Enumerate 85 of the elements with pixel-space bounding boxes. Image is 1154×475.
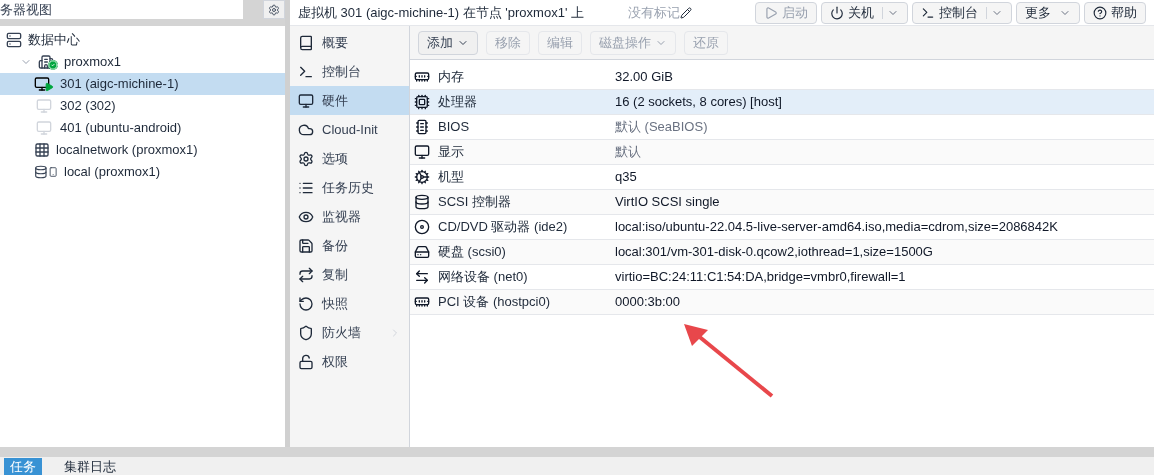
tree-item[interactable]: 401 (ubuntu-android) <box>0 117 285 139</box>
gear-icon <box>268 3 281 16</box>
view-select-field[interactable]: 务器视图 <box>0 0 244 19</box>
vm-stopped-icon <box>34 98 54 114</box>
nav-item[interactable]: 备份 <box>290 231 409 260</box>
nav-item[interactable]: 控制台 <box>290 57 409 86</box>
table-cell-text: local:301/vm-301-disk-0.qcow2,iothread=1,size=1500G <box>615 243 933 262</box>
hardware-row[interactable]: 硬盘 (scsi0) local:301/vm-301-disk-0.qcow2,iothread=1,size=1500G <box>410 240 1154 265</box>
unlock-icon <box>298 353 314 370</box>
floppy-icon <box>298 237 314 254</box>
monitor-icon <box>298 92 314 109</box>
table-cell-text: BIOS <box>438 118 470 137</box>
hardware-row[interactable]: SCSI 控制器 VirtIO SCSI single <box>410 190 1154 215</box>
table-cell-text: 16 (2 sockets, 8 cores) [host] <box>615 93 782 112</box>
hardware-row[interactable]: 显示 默认 <box>410 140 1154 165</box>
table-cell-text: 默认 (SeaBIOS) <box>615 118 708 137</box>
table-cell-text: 内存 <box>438 68 464 87</box>
nav-item[interactable]: 复制 <box>290 260 409 289</box>
help-icon <box>1093 5 1107 20</box>
chip-icon <box>414 119 430 135</box>
table-cell-text: PCI 设备 (hostpci0) <box>438 293 550 312</box>
table-cell-text: SCSI 控制器 <box>438 193 511 212</box>
tree-item[interactable]: localnetwork (proxmox1) <box>0 139 285 161</box>
card-icon <box>414 294 430 310</box>
table-cell-text: q35 <box>615 168 637 187</box>
vm-stopped-icon <box>34 120 54 136</box>
table-cell-text: local:iso/ubuntu-22.04.5-live-server-amd64.iso,media=cdrom,size=2086842K <box>615 218 1058 237</box>
power-icon <box>830 5 844 20</box>
hardware-row[interactable]: PCI 设备 (hostpci0) 0000:3b:00 <box>410 290 1154 315</box>
tree-item[interactable]: 302 (302) <box>0 95 285 117</box>
hardware-row[interactable]: 处理器 16 (2 sockets, 8 cores) [host] <box>410 90 1154 115</box>
tree-item[interactable]: local (proxmox1) <box>0 161 285 183</box>
storage-icon <box>34 164 58 180</box>
toolbar-button[interactable]: 帮助 <box>1084 1 1146 24</box>
nav-item[interactable]: 监视器 <box>290 202 409 231</box>
grid-icon <box>34 142 50 158</box>
table-cell-text: CD/DVD 驱动器 (ide2) <box>438 218 568 237</box>
toolbar-button[interactable]: 添加 <box>418 30 478 55</box>
toolbar-button[interactable]: 更多 <box>1016 1 1080 24</box>
node-online-icon <box>38 54 58 70</box>
nav-item[interactable]: 权限 <box>290 347 409 376</box>
nav-item[interactable]: Cloud-Init <box>290 115 409 144</box>
memory-icon <box>414 69 430 85</box>
tree-item[interactable]: 数据中心 <box>0 29 285 51</box>
server-icon <box>6 32 22 48</box>
table-cell-text: 默认 <box>615 143 641 162</box>
nav-item[interactable]: 防火墙 <box>290 318 409 347</box>
undo-icon <box>298 295 314 312</box>
shield-icon <box>298 324 314 341</box>
nav-item[interactable]: 快照 <box>290 289 409 318</box>
table-cell-text: 机型 <box>438 168 464 187</box>
arrows-icon <box>414 269 430 285</box>
nav-item[interactable]: 选项 <box>290 144 409 173</box>
nav-item[interactable]: 硬件 <box>290 86 409 115</box>
cpu-icon <box>414 94 430 110</box>
bottom-tab[interactable]: 集群日志 <box>58 458 122 475</box>
gears-icon <box>414 169 430 185</box>
table-cell-text: 32.00 GiB <box>615 68 673 87</box>
toolbar-button[interactable]: 关机 <box>821 1 908 24</box>
drive-icon <box>414 244 430 260</box>
table-cell-text: 处理器 <box>438 93 477 112</box>
page-title: 虚拟机 301 (aigc-michine-1) 在节点 'proxmox1' 上 <box>298 3 584 22</box>
gear-icon <box>298 150 314 167</box>
repeat-icon <box>298 266 314 283</box>
monitor-icon <box>414 144 430 160</box>
nav-item[interactable]: 概要 <box>290 28 409 57</box>
tags-label: 没有标记 <box>628 3 680 22</box>
terminal-icon <box>921 5 935 20</box>
table-cell-text: virtio=BC:24:11:C1:54:DA,bridge=vmbr0,firewall=1 <box>615 268 906 287</box>
tree-item[interactable]: proxmox1 <box>0 51 285 73</box>
table-cell-text: 网络设备 (net0) <box>438 268 528 287</box>
table-cell-text: VirtIO SCSI single <box>615 193 720 212</box>
database-icon <box>414 194 430 210</box>
table-cell-text: 显示 <box>438 143 464 162</box>
vm-running-icon <box>34 76 54 92</box>
table-cell-text: 0000:3b:00 <box>615 293 681 312</box>
toolbar-button[interactable]: 控制台 <box>912 1 1012 24</box>
settings-button[interactable] <box>263 0 285 19</box>
tree-item[interactable]: 301 (aigc-michine-1) <box>0 73 285 95</box>
nav-item[interactable]: 任务历史 <box>290 173 409 202</box>
table-cell-text: 硬盘 (scsi0) <box>438 243 506 262</box>
disc-icon <box>414 219 430 235</box>
book-icon <box>298 34 314 51</box>
edit-icon[interactable] <box>680 6 692 19</box>
play-icon <box>764 5 778 20</box>
